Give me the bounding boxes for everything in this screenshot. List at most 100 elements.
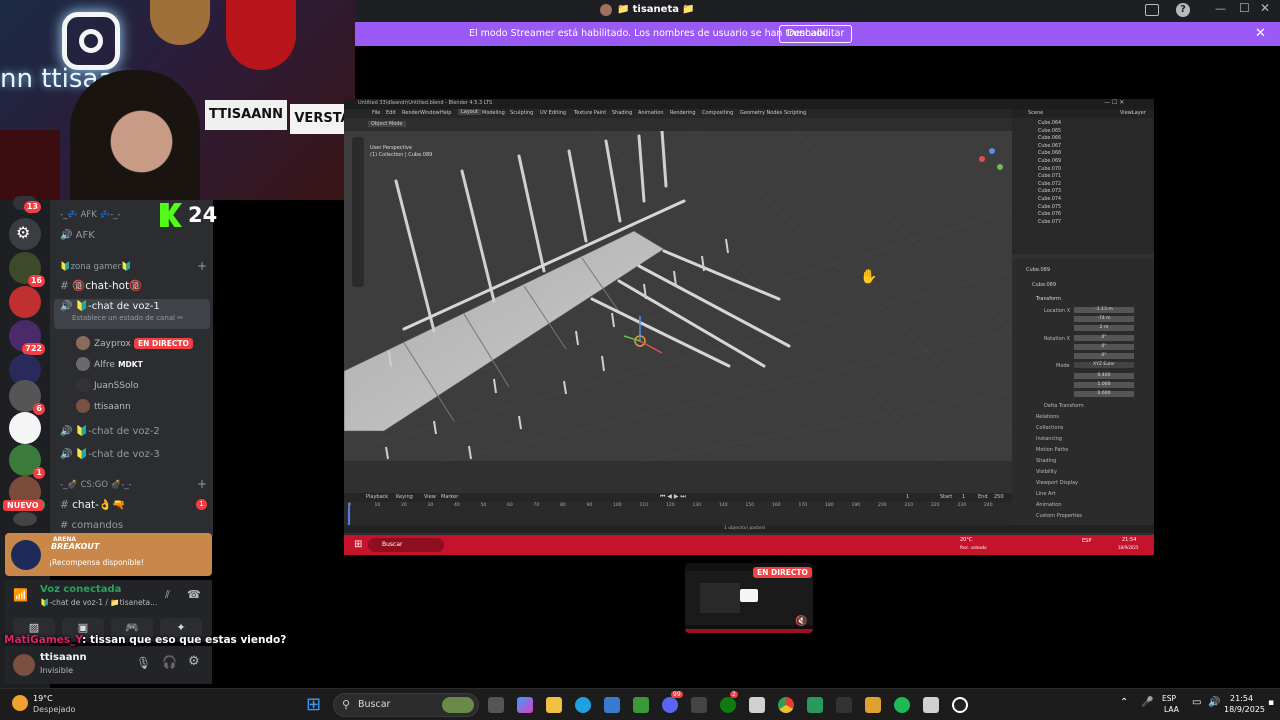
object-name-field[interactable]: Cube.089 — [1032, 282, 1056, 288]
transform-header[interactable]: Transform — [1036, 296, 1061, 302]
network-icon[interactable]: ▭ — [1192, 697, 1201, 708]
epic-games-icon[interactable] — [691, 697, 707, 713]
property-section[interactable]: Instancing — [1036, 436, 1062, 442]
rotation-y-field[interactable]: 0° — [1074, 344, 1134, 350]
server-icon[interactable] — [9, 412, 41, 444]
server-icon[interactable]: 722 — [9, 320, 45, 355]
excel-icon[interactable] — [633, 697, 649, 713]
category-zona-gamer[interactable]: 🔰zona gamer🔰 — [60, 262, 213, 272]
server-icon[interactable]: 6 — [9, 380, 45, 415]
location-y-field[interactable]: -74 m — [1074, 316, 1134, 322]
property-section[interactable]: Custom Properties — [1036, 513, 1082, 519]
channel-comandos[interactable]: # comandos — [60, 520, 213, 531]
property-section[interactable]: Viewport Display — [1036, 480, 1078, 486]
xbox-icon[interactable]: 2 — [720, 691, 738, 713]
channel-chat-csgo[interactable]: # chat-👌🔫 — [60, 498, 213, 511]
obs-icon[interactable] — [952, 697, 968, 713]
start-button[interactable]: ⊞ — [306, 696, 321, 714]
channel-chat-voz-1[interactable]: 🔊 🔰-chat de voz-1 Establece un estado de… — [54, 299, 210, 329]
voice-channel[interactable]: 🔰-chat de voz-1 / 📁tisaneta... — [40, 598, 157, 607]
timeline-keying[interactable]: Keying — [396, 494, 413, 500]
close-banner-icon[interactable]: ✕ — [1255, 26, 1266, 41]
outliner-item[interactable]: Cube.069 — [1030, 159, 1148, 166]
menu-file[interactable]: File — [372, 110, 380, 116]
maximize-button[interactable]: ☐ — [1239, 1, 1250, 15]
outliner-item[interactable]: Cube.076 — [1030, 212, 1148, 219]
outliner-item[interactable]: Cube.071 — [1030, 174, 1148, 181]
rotation-x-field[interactable]: 0° — [1074, 335, 1134, 341]
current-frame[interactable]: 1 — [906, 494, 909, 500]
tab-texture-paint[interactable]: Texture Paint — [574, 110, 606, 116]
rotation-mode-select[interactable]: XYZ Euler — [1074, 362, 1134, 368]
outliner-item[interactable]: Cube.074 — [1030, 197, 1148, 204]
start-frame[interactable]: 1 — [962, 494, 965, 500]
headphones-icon[interactable]: 🎧 — [162, 655, 177, 669]
voice-user[interactable]: Zayprox EN DIRECTO — [76, 336, 213, 350]
spotify-icon[interactable] — [894, 697, 910, 713]
timeline-panel[interactable]: Playback Keying View Marker ⏮ ◀ ▶ ⏭ 1 St… — [344, 493, 1012, 529]
app-icon[interactable] — [807, 697, 823, 713]
disconnect-icon[interactable]: ☎ — [187, 588, 201, 601]
outliner-item[interactable]: Cube.072 — [1030, 182, 1148, 189]
app-icon[interactable] — [865, 697, 881, 713]
outliner-item[interactable]: Cube.070 — [1030, 167, 1148, 174]
outliner-item[interactable]: Cube.075 — [1030, 205, 1148, 212]
stream-preview[interactable]: EN DIRECTO 🔇 — [685, 563, 813, 633]
notification-icon[interactable]: ▪ — [1268, 698, 1274, 708]
menu-edit[interactable]: Edit — [386, 110, 396, 116]
voice-user[interactable]: Alfre MDKT — [76, 357, 213, 371]
weather-icon[interactable] — [12, 695, 28, 711]
channel-chat-hot[interactable]: # 🔞chat-hot🔞 — [60, 279, 213, 292]
outliner-item[interactable]: Cube.066 — [1030, 136, 1148, 143]
outliner-item[interactable]: Cube.073 — [1030, 189, 1148, 196]
scale-y-field[interactable]: 1.000 — [1074, 382, 1134, 388]
channel-afk[interactable]: 🔊 AFK — [60, 230, 213, 241]
outliner-item[interactable]: Cube.067 — [1030, 144, 1148, 151]
tab-rendering[interactable]: Rendering — [670, 110, 696, 116]
properties-panel[interactable]: Cube.089 Cube.089 Transform Location X -… — [1012, 259, 1154, 529]
minimize-button[interactable]: — — [1215, 2, 1226, 15]
tab-layout[interactable]: Layout — [458, 109, 481, 115]
rotation-z-field[interactable]: 0° — [1074, 353, 1134, 359]
property-section[interactable]: Animation — [1036, 502, 1062, 508]
add-channel-icon[interactable]: + — [197, 477, 207, 491]
inbox-icon[interactable] — [1145, 4, 1159, 16]
avatar[interactable] — [13, 654, 35, 676]
scale-z-field[interactable]: 0.600 — [1074, 391, 1134, 397]
property-section[interactable]: Collections — [1036, 425, 1063, 431]
property-section[interactable]: Delta Transform — [1044, 403, 1084, 409]
app-icon[interactable] — [749, 697, 765, 713]
property-section[interactable]: Line Art — [1036, 491, 1055, 497]
help-icon[interactable]: ? — [1176, 3, 1190, 17]
outliner-panel[interactable]: Scene ViewLayer Cube.064 Cube.065 Cube.066… — [1012, 109, 1154, 254]
timeline-view[interactable]: View — [424, 494, 436, 500]
tab-modeling[interactable]: Modeling — [482, 110, 505, 116]
mode-select[interactable]: Object Mode — [368, 121, 406, 127]
channel-chat-voz-3[interactable]: 🔊 🔰-chat de voz-3 — [60, 449, 213, 460]
app-icon[interactable] — [836, 697, 852, 713]
discord-icon[interactable]: 99 — [662, 691, 683, 713]
noise-suppression-icon[interactable]: ⫽ — [165, 588, 170, 602]
microphone-icon[interactable]: 🎙 — [136, 656, 151, 670]
3d-viewport[interactable]: User Perspective (1) Collection | Cube.0… — [344, 131, 1012, 461]
tab-sculpting[interactable]: Sculpting — [510, 110, 533, 116]
location-x-field[interactable]: -1.13 m — [1074, 307, 1134, 313]
language-layout[interactable]: LAA — [1164, 705, 1179, 714]
copilot-icon[interactable] — [517, 697, 533, 713]
edge-icon[interactable] — [575, 697, 591, 713]
property-section[interactable]: Shading — [1036, 458, 1056, 464]
mic-tray-icon[interactable]: 🎤 — [1141, 697, 1153, 708]
dm-button[interactable]: 13 — [13, 196, 41, 213]
store-icon[interactable] — [604, 697, 620, 713]
category-csgo[interactable]: -_💣 CS:GO 💣-_- — [60, 480, 213, 490]
channel-status-hint[interactable]: Establece un estado de canal ✏ — [60, 314, 204, 322]
chrome-icon[interactable] — [778, 697, 794, 713]
server-icon[interactable] — [9, 286, 41, 318]
server-icon[interactable]: 1 — [9, 444, 45, 479]
timeline-marker[interactable]: Marker — [441, 494, 458, 500]
arena-breakout-reward[interactable]: ARENA BREAKOUT ¡Recompensa disponible! — [5, 533, 212, 576]
tab-uv-editing[interactable]: UV Editing — [540, 110, 566, 116]
app-icon[interactable] — [923, 697, 939, 713]
clock-time[interactable]: 21:54 — [1230, 694, 1253, 703]
close-button[interactable]: ✕ — [1260, 1, 1270, 15]
